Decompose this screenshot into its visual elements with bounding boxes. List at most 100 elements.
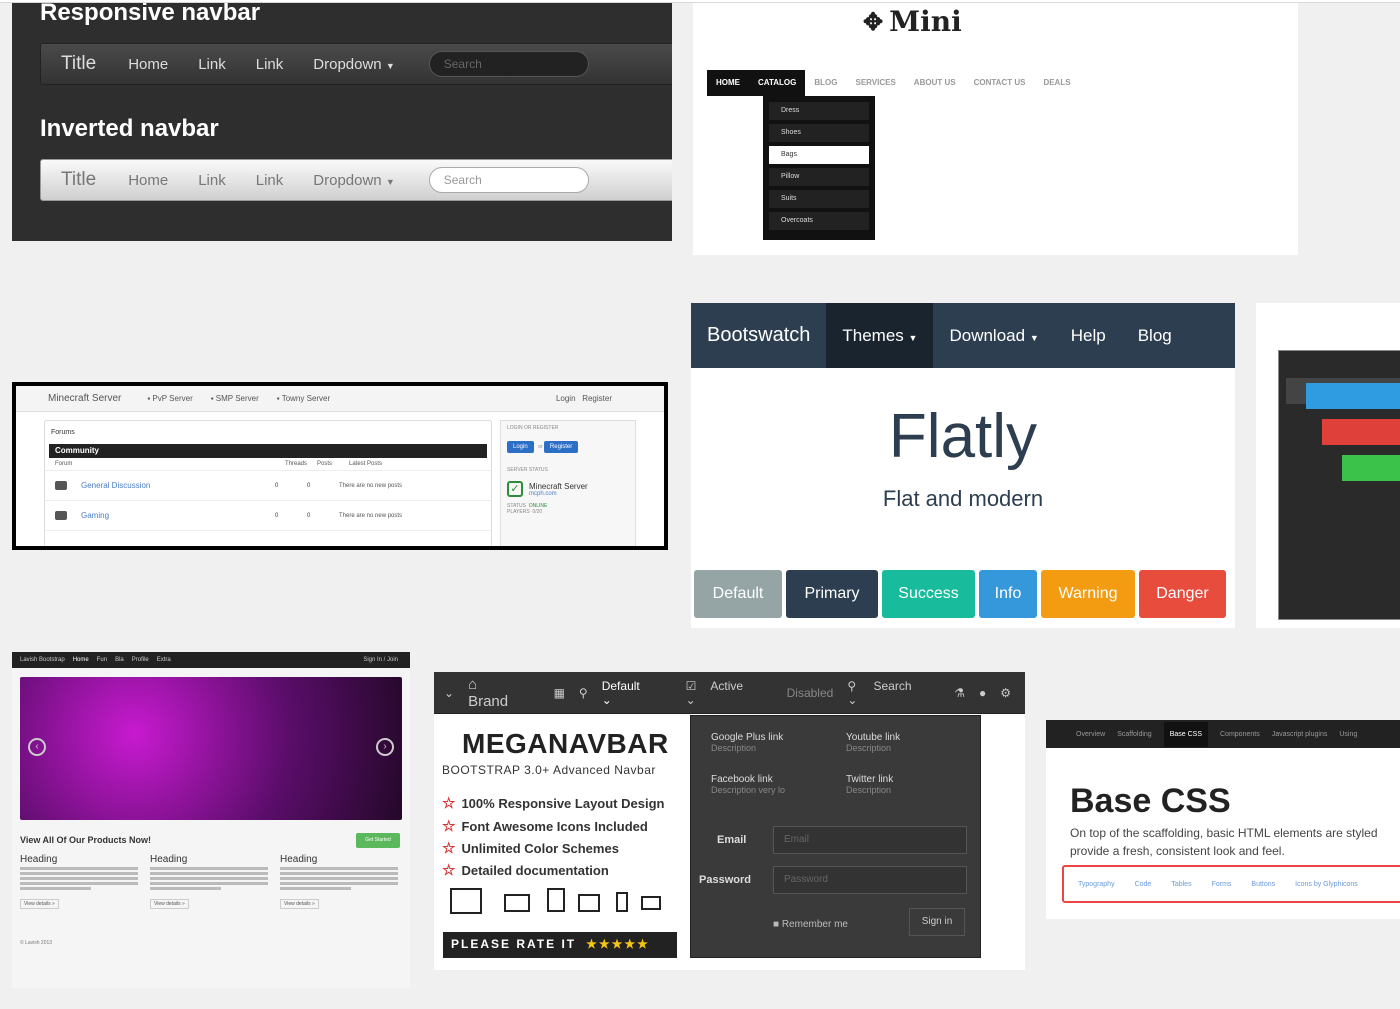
minecraft-thumbnail[interactable]: Minecraft Server ▪ PvP Server ▪ SMP Serv… [12, 382, 668, 550]
nav-item[interactable]: Overview [1076, 731, 1105, 738]
flask-icon[interactable]: ⚗ [954, 686, 965, 700]
brand[interactable]: ⌂ Brand [468, 676, 540, 710]
table-row[interactable]: Gaming 0 0 There are no new posts [45, 501, 491, 531]
grid-icon[interactable]: ▦ [554, 686, 565, 700]
nav-home[interactable]: Home [128, 56, 168, 73]
responsive-navbar-thumbnail[interactable]: Responsive navbar Title Home Link Link D… [12, 3, 672, 241]
nav-item[interactable]: Javascript plugins [1272, 731, 1328, 738]
sign-in-button[interactable]: Sign in [909, 908, 965, 936]
subnav-item[interactable]: Forms [1212, 881, 1232, 888]
nav-item[interactable]: ▪ Towny Server [277, 394, 330, 403]
email-field[interactable]: Email [773, 826, 967, 854]
navbar-title[interactable]: Title [61, 53, 96, 75]
nav-dropdown[interactable]: Dropdown ▼ [313, 56, 394, 73]
nav-blog[interactable]: Blog [1122, 303, 1188, 368]
forum-name[interactable]: General Discussion [81, 481, 275, 490]
nav-download[interactable]: Download ▼ [933, 303, 1054, 368]
brand[interactable]: Minecraft Server [48, 393, 121, 404]
search-input[interactable]: Search [428, 167, 589, 193]
nav-item[interactable]: Scaffolding [1117, 731, 1152, 738]
nav-item[interactable]: Fun [97, 657, 107, 663]
subnav-item[interactable]: Tables [1171, 881, 1191, 888]
nav-item[interactable]: Components [1220, 731, 1260, 738]
user-icon[interactable]: ● [979, 686, 986, 700]
nav-item[interactable]: SERVICES [846, 70, 904, 96]
nav-home[interactable]: Home [128, 172, 168, 189]
danger-button[interactable]: Danger [1139, 570, 1226, 618]
dropdown-item[interactable]: Dress [769, 102, 869, 120]
dropdown-item[interactable]: Overcoats [769, 212, 869, 230]
nav-default[interactable]: Default ⌄ [602, 679, 672, 707]
nav-item[interactable]: BLOG [805, 70, 846, 96]
carousel-prev-icon[interactable]: ‹ [28, 738, 46, 756]
dropdown-item[interactable]: Suits [769, 190, 869, 208]
register-button[interactable]: Register [543, 441, 579, 453]
table-row[interactable]: General Discussion 0 0 There are no new … [45, 471, 491, 501]
link-icon[interactable]: ⚲ [579, 686, 588, 700]
search-input[interactable]: Search [428, 51, 589, 77]
rate-banner[interactable]: PLEASE RATE IT ★★★★★ [443, 932, 677, 958]
password-field[interactable]: Password [773, 866, 967, 894]
nav-item[interactable]: Bla [115, 657, 124, 663]
nav-link[interactable]: Link [256, 172, 284, 189]
carousel-next-icon[interactable]: › [376, 738, 394, 756]
login-button[interactable]: Login [507, 441, 534, 453]
nav-search[interactable]: ⚲ Search ⌄ [847, 679, 940, 707]
navbar-title[interactable]: Title [61, 169, 96, 191]
default-button[interactable]: Default [694, 570, 782, 618]
mini-thumbnail[interactable]: ✥ Mini HOME CATALOG BLOG SERVICES ABOUT … [693, 3, 1298, 255]
nav-item[interactable]: ▪ PvP Server [147, 394, 192, 403]
nav-active[interactable]: ☑ Active ⌄ [686, 679, 773, 707]
nav-link[interactable]: Link [256, 56, 284, 73]
subnav-item[interactable]: Typography [1078, 881, 1115, 888]
nav-item[interactable]: CATALOG [749, 70, 806, 96]
get-started-button[interactable]: Get Started [356, 833, 400, 848]
link-item[interactable]: Google Plus link Description [711, 732, 841, 772]
nav-themes[interactable]: Themes ▼ [826, 303, 934, 368]
gear-icon[interactable]: ⚙ [1000, 686, 1011, 700]
stacked-menu-thumbnail[interactable] [1256, 303, 1400, 628]
nav-item[interactable]: ABOUT US [905, 70, 965, 96]
view-details-button[interactable]: View details » [20, 899, 59, 909]
view-details-button[interactable]: View details » [150, 899, 189, 909]
nav-link[interactable]: Link [198, 172, 226, 189]
remember-me-checkbox[interactable]: ■ Remember me [773, 919, 848, 930]
success-button[interactable]: Success [882, 570, 975, 618]
flatly-thumbnail[interactable]: Bootswatch Themes ▼ Download ▼ Help Blog… [691, 303, 1235, 628]
dropdown-item[interactable]: Shoes [769, 124, 869, 142]
lavish-thumbnail[interactable]: Lavish Bootstrap Home Fun Bla Profile Ex… [12, 652, 410, 988]
chevron-down-icon[interactable]: ⌄ [444, 686, 454, 700]
nav-item[interactable]: DEALS [1034, 70, 1079, 96]
primary-button[interactable]: Primary [786, 570, 878, 618]
nav-item[interactable]: HOME [707, 70, 749, 96]
nav-dropdown[interactable]: Dropdown ▼ [313, 172, 394, 189]
nav-item[interactable]: Home [73, 657, 89, 663]
nav-item[interactable]: Extra [157, 657, 171, 663]
forum-name[interactable]: Gaming [81, 511, 275, 520]
info-button[interactable]: Info [979, 570, 1037, 618]
blue-stripe [1306, 383, 1400, 409]
brand[interactable]: Bootswatch [691, 324, 826, 347]
dropdown-item[interactable]: Pillow [769, 168, 869, 186]
meganavbar-thumbnail[interactable]: ⌄ ⌂ Brand ▦ ⚲ Default ⌄ ☑ Active ⌄ Disabl… [434, 672, 1025, 970]
nav-item[interactable]: ▪ SMP Server [211, 394, 259, 403]
subnav-item[interactable]: Code [1135, 881, 1152, 888]
nav-help[interactable]: Help [1055, 303, 1122, 368]
nav-item[interactable]: Profile [132, 657, 149, 663]
nav-link[interactable]: Link [198, 56, 226, 73]
subnav-item[interactable]: Icons by Glyphicons [1295, 881, 1358, 888]
warning-button[interactable]: Warning [1041, 570, 1135, 618]
link-item[interactable]: Facebook link Description very lo [711, 774, 841, 814]
link-item[interactable]: Youtube link Description [846, 732, 976, 772]
nav-item-active[interactable]: Base CSS [1163, 721, 1208, 747]
view-details-button[interactable]: View details » [280, 899, 319, 909]
dropdown-item[interactable]: Bags [769, 146, 869, 164]
nav-item[interactable]: Using [1339, 731, 1357, 738]
subnav-item[interactable]: Buttons [1251, 881, 1275, 888]
nav-item[interactable]: CONTACT US [965, 70, 1035, 96]
login-link[interactable]: Login Register [556, 394, 612, 403]
link-item[interactable]: Twitter link Description [846, 774, 976, 814]
sign-in-link[interactable]: Sign In / Join [363, 657, 398, 663]
brand[interactable]: Lavish Bootstrap [20, 657, 65, 663]
base-css-thumbnail[interactable]: Overview Scaffolding Base CSS Components… [1046, 720, 1400, 919]
